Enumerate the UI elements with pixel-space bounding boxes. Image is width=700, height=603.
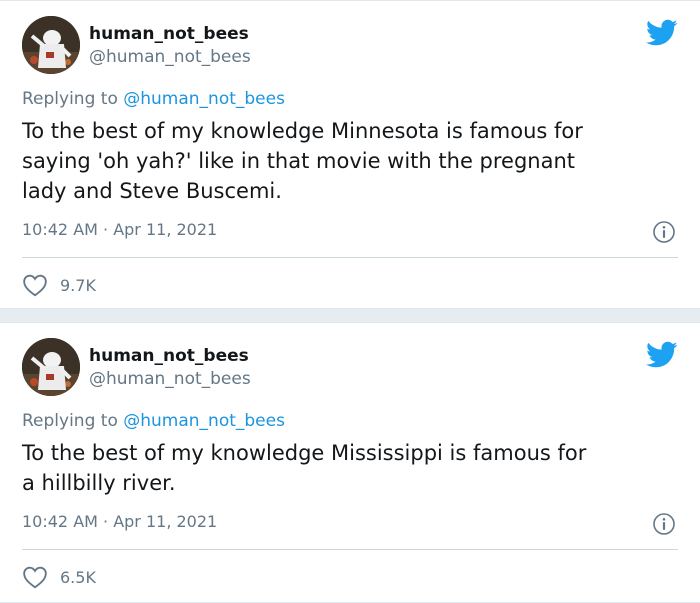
display-name[interactable]: human_not_bees (89, 346, 249, 366)
replying-to: Replying to @human_not_bees (22, 411, 285, 431)
tweet-text: To the best of my knowledge Minnesota is… (22, 119, 583, 203)
mention-link[interactable]: @human_not_bees (123, 89, 285, 109)
twitter-bird-icon[interactable] (646, 19, 678, 47)
info-circle-icon[interactable] (652, 512, 676, 536)
heart-outline-icon[interactable] (22, 565, 48, 589)
tweet-timestamp[interactable]: 10:42 AM · Apr 11, 2021 (22, 512, 217, 531)
display-name[interactable]: human_not_bees (89, 24, 249, 44)
heart-outline-icon[interactable] (22, 273, 48, 297)
tweet-card[interactable]: human_not_bees @human_not_bees Replying … (0, 0, 700, 309)
like-count: 6.5K (60, 567, 96, 587)
like-action[interactable]: 6.5K (22, 565, 96, 589)
avatar[interactable] (22, 16, 80, 74)
mention-link[interactable]: @human_not_bees (123, 411, 285, 431)
replying-to: Replying to @human_not_bees (22, 89, 285, 109)
handle[interactable]: @human_not_bees (89, 47, 251, 67)
avatar-image (22, 16, 80, 74)
twitter-bird-icon[interactable] (646, 341, 678, 369)
avatar[interactable] (22, 338, 80, 396)
tweet-text: To the best of my knowledge Mississippi … (22, 441, 587, 495)
like-count: 9.7K (60, 275, 96, 295)
tweet-card[interactable]: human_not_bees @human_not_bees Replying … (0, 322, 700, 603)
tweet-timestamp[interactable]: 10:42 AM · Apr 11, 2021 (22, 220, 217, 239)
replying-prefix: Replying to (22, 89, 124, 109)
info-circle-icon[interactable] (652, 220, 676, 244)
divider (22, 257, 678, 258)
like-action[interactable]: 9.7K (22, 273, 96, 297)
handle[interactable]: @human_not_bees (89, 369, 251, 389)
replying-prefix: Replying to (22, 411, 124, 431)
divider (22, 549, 678, 550)
avatar-image (22, 338, 80, 396)
